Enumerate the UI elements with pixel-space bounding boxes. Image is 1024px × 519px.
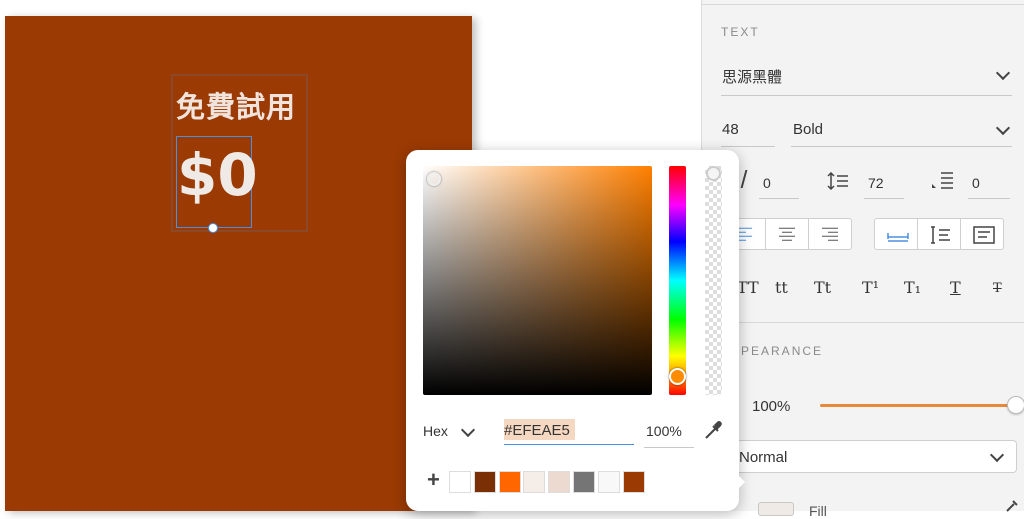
color-swatch[interactable] bbox=[473, 471, 496, 493]
title-text-layer[interactable]: 免費試用 bbox=[176, 84, 296, 126]
fixed-width-icon bbox=[887, 233, 909, 242]
line-spacing-value: 72 bbox=[868, 175, 884, 191]
titlecase-button[interactable]: Tt bbox=[814, 278, 831, 297]
text-section-label: TEXT bbox=[721, 25, 760, 39]
color-swatch[interactable] bbox=[449, 471, 471, 493]
add-icon[interactable]: + bbox=[427, 469, 440, 491]
divider bbox=[864, 198, 904, 199]
opacity-slider-track[interactable] bbox=[820, 404, 1016, 407]
saturation-brightness-field[interactable] bbox=[423, 166, 652, 395]
color-swatch[interactable] bbox=[573, 471, 595, 493]
lowercase-button[interactable]: tt bbox=[775, 278, 788, 297]
uppercase-button[interactable]: TT bbox=[737, 278, 759, 297]
eyedropper-icon[interactable] bbox=[1005, 500, 1019, 512]
divider bbox=[721, 146, 775, 147]
divider bbox=[644, 447, 694, 448]
hue-slider-knob[interactable] bbox=[669, 368, 686, 385]
auto-height-button[interactable] bbox=[918, 219, 961, 249]
chevron-down-icon bbox=[460, 422, 476, 438]
color-opacity-value[interactable]: 100% bbox=[646, 423, 682, 439]
color-swatch[interactable] bbox=[622, 471, 645, 493]
line-spacing-icon bbox=[827, 172, 848, 190]
fill-label: Fill bbox=[809, 503, 827, 519]
font-family-value: 思源黑體 bbox=[722, 69, 783, 86]
text-box-button[interactable] bbox=[961, 219, 1003, 249]
opacity-slider-thumb[interactable] bbox=[1007, 396, 1024, 414]
chevron-down-icon bbox=[995, 120, 1011, 136]
alpha-slider-knob[interactable] bbox=[706, 166, 721, 181]
divider bbox=[702, 322, 1024, 323]
strikethrough-button[interactable]: T bbox=[993, 281, 1002, 296]
align-right-icon bbox=[822, 225, 838, 244]
resize-handle[interactable] bbox=[208, 223, 218, 233]
price-text-layer[interactable]: $0 bbox=[177, 146, 258, 204]
property-inspector: TEXT 思源黑體 48 Bold 0 72 0 TT tt Tt T¹ T₁ … bbox=[701, 0, 1024, 519]
color-swatch[interactable] bbox=[498, 471, 521, 493]
chevron-down-icon bbox=[989, 447, 1005, 463]
superscript-button[interactable]: T¹ bbox=[862, 278, 879, 297]
align-center-icon bbox=[779, 225, 795, 244]
align-right-button[interactable] bbox=[809, 219, 851, 249]
color-swatch[interactable] bbox=[548, 471, 571, 493]
divider bbox=[702, 4, 1024, 5]
font-weight-value: Bold bbox=[793, 121, 824, 138]
underline-button[interactable]: T bbox=[950, 278, 961, 297]
layer-opacity-value: 100% bbox=[752, 398, 791, 415]
color-swatch[interactable] bbox=[597, 471, 620, 493]
align-center-button[interactable] bbox=[766, 219, 809, 249]
character-spacing-value: 0 bbox=[763, 175, 771, 191]
text-box-type-group bbox=[874, 218, 1004, 250]
font-size-value: 48 bbox=[722, 121, 739, 138]
blend-mode-dropdown[interactable]: Normal bbox=[722, 440, 1017, 473]
divider bbox=[968, 198, 1010, 199]
divider bbox=[721, 95, 1012, 96]
paragraph-spacing-icon bbox=[932, 172, 953, 189]
color-swatch[interactable] bbox=[523, 471, 546, 493]
text-box-icon bbox=[973, 226, 995, 244]
blend-mode-value: Normal bbox=[739, 449, 788, 466]
chevron-down-icon bbox=[995, 65, 1011, 81]
color-picker-popover: Hex 100% + bbox=[406, 150, 745, 511]
divider bbox=[759, 198, 799, 199]
subscript-button[interactable]: T₁ bbox=[904, 278, 921, 297]
auto-height-icon bbox=[931, 226, 950, 244]
color-format-value: Hex bbox=[423, 423, 448, 439]
hue-slider[interactable] bbox=[669, 166, 686, 395]
text-alignment-group bbox=[722, 218, 852, 250]
eyedropper-icon[interactable] bbox=[704, 420, 722, 440]
popover-arrow bbox=[733, 470, 745, 494]
fixed-width-button[interactable] bbox=[875, 219, 918, 249]
alpha-slider[interactable] bbox=[705, 166, 722, 395]
fill-color-swatch[interactable] bbox=[758, 502, 794, 516]
hex-input[interactable] bbox=[504, 417, 634, 445]
paragraph-spacing-value: 0 bbox=[972, 175, 980, 191]
saturation-brightness-picker[interactable] bbox=[427, 172, 441, 186]
divider bbox=[791, 146, 1012, 147]
